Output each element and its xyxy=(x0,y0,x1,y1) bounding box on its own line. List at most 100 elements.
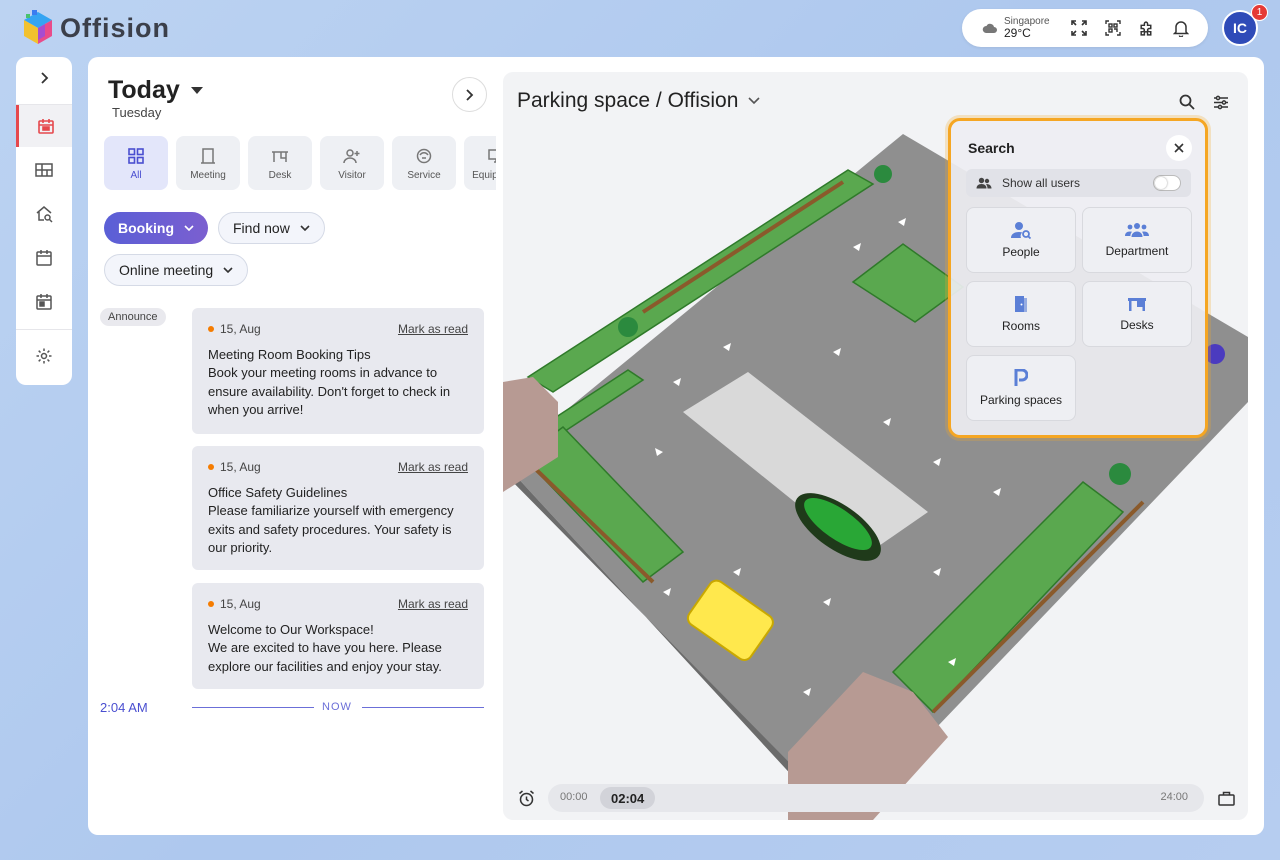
notifications-button[interactable] xyxy=(1164,13,1198,43)
date-selector[interactable]: Today xyxy=(108,76,204,105)
gear-icon xyxy=(36,348,52,364)
sidebar-divider xyxy=(16,329,72,330)
sidebar-item-floorplan[interactable] xyxy=(16,149,72,191)
mark-as-read-link[interactable]: Mark as read xyxy=(398,322,468,336)
mark-as-read-link[interactable]: Mark as read xyxy=(398,460,468,474)
service-icon xyxy=(416,148,432,164)
weather-temp: 29°C xyxy=(1004,26,1031,40)
search-panel: Search Show all users People Department … xyxy=(948,118,1208,438)
map-search-button[interactable] xyxy=(1172,87,1202,117)
weekday-label: Tuesday xyxy=(112,105,162,120)
tile-label: People xyxy=(1002,245,1040,259)
show-all-users-row[interactable]: Show all users xyxy=(966,169,1191,197)
chevron-right-icon xyxy=(41,72,49,84)
search-icon xyxy=(1179,94,1195,110)
map-grid-icon xyxy=(35,163,53,177)
tab-label: Meeting xyxy=(190,170,226,181)
close-search-button[interactable] xyxy=(1166,135,1192,161)
calendar-icon xyxy=(36,250,52,266)
calendar-event-icon xyxy=(36,294,52,310)
slider-current-time[interactable]: 02:04 xyxy=(600,787,656,809)
tab-label: Visitor xyxy=(338,170,366,181)
department-icon xyxy=(1125,223,1149,237)
online-meeting-label: Online meeting xyxy=(119,262,214,278)
sidebar-item-bookings[interactable] xyxy=(16,237,72,279)
slider-start-time: 00:00 xyxy=(560,791,588,803)
chevron-down-icon xyxy=(223,267,233,273)
sidebar-item-dashboard[interactable] xyxy=(16,105,72,147)
now-timeline: 2:04 AM NOW xyxy=(100,700,484,716)
tile-label: Parking spaces xyxy=(979,393,1063,407)
door-icon xyxy=(1015,296,1027,312)
notice-card[interactable]: 15, Aug Mark as read Meeting Room Bookin… xyxy=(192,308,484,434)
briefcase-button[interactable] xyxy=(1216,788,1236,808)
find-now-dropdown[interactable]: Find now xyxy=(218,212,325,244)
alarm-button[interactable] xyxy=(516,788,536,808)
sidebar-item-settings[interactable] xyxy=(16,335,72,377)
users-icon xyxy=(976,177,992,189)
calendar-board-icon xyxy=(37,119,54,134)
cloud-icon xyxy=(982,23,997,33)
extensions-button[interactable] xyxy=(1130,13,1164,43)
grid-icon xyxy=(128,148,144,164)
app-logo[interactable]: Offision xyxy=(22,10,170,46)
map-title[interactable]: Parking space / Offision xyxy=(517,89,760,113)
tab-desk[interactable]: Desk xyxy=(248,136,312,190)
notice-date-text: 15, Aug xyxy=(220,597,261,611)
notice-card[interactable]: 15, Aug Mark as read Welcome to Our Work… xyxy=(192,583,484,689)
tree xyxy=(874,165,892,183)
tab-all[interactable]: All xyxy=(104,136,168,190)
tab-meeting[interactable]: Meeting xyxy=(176,136,240,190)
top-toolbar: Singapore 29°C xyxy=(962,9,1208,47)
booking-dropdown[interactable]: Booking xyxy=(104,212,208,244)
search-parking-button[interactable]: Parking spaces xyxy=(966,355,1076,421)
notice-card[interactable]: 15, Aug Mark as read Office Safety Guide… xyxy=(192,446,484,570)
weather-widget[interactable]: Singapore 29°C xyxy=(982,16,1050,40)
sidebar-item-find[interactable] xyxy=(16,193,72,235)
map-filter-button[interactable] xyxy=(1206,87,1236,117)
offision-cube-icon xyxy=(24,10,52,44)
online-meeting-dropdown[interactable]: Online meeting xyxy=(104,254,249,286)
search-desks-button[interactable]: Desks xyxy=(1082,281,1192,347)
mark-as-read-link[interactable]: Mark as read xyxy=(398,597,468,611)
time-slider[interactable]: 00:00 02:04 24:00 xyxy=(548,784,1204,812)
show-all-users-toggle[interactable] xyxy=(1153,175,1181,191)
page-title: Today xyxy=(108,76,180,104)
find-now-label: Find now xyxy=(233,220,290,236)
people-search-icon xyxy=(1011,222,1031,239)
timeline-line xyxy=(192,707,314,708)
tree xyxy=(618,317,638,337)
sidebar-expand-button[interactable] xyxy=(16,57,72,99)
tile-label: Department xyxy=(1105,244,1169,258)
notice-date-text: 15, Aug xyxy=(220,460,261,474)
chevron-right-icon xyxy=(466,88,474,101)
search-people-button[interactable]: People xyxy=(966,207,1076,273)
person-add-icon xyxy=(343,149,360,164)
monitor-icon xyxy=(488,149,496,163)
tab-label: Service xyxy=(407,170,441,181)
unread-dot xyxy=(208,326,214,332)
now-label: NOW xyxy=(322,701,352,713)
qr-scan-button[interactable] xyxy=(1096,13,1130,43)
notice-body: Book your meeting rooms in advance to en… xyxy=(208,365,451,417)
next-day-button[interactable] xyxy=(452,77,487,112)
unread-dot xyxy=(208,601,214,607)
search-department-button[interactable]: Department xyxy=(1082,207,1192,273)
notice-body: Please familiarize yourself with emergen… xyxy=(208,503,454,555)
caret-down-icon xyxy=(190,87,203,94)
show-all-users-label: Show all users xyxy=(1002,176,1081,190)
fullscreen-button[interactable] xyxy=(1062,13,1096,43)
tab-visitor[interactable]: Visitor xyxy=(320,136,384,190)
close-icon xyxy=(1174,143,1184,153)
sidebar-item-schedule[interactable] xyxy=(16,281,72,323)
notice-date: 15, Aug xyxy=(208,322,261,336)
tab-service[interactable]: Service xyxy=(392,136,456,190)
tab-equipment[interactable]: Equipment xyxy=(464,136,496,190)
bell-icon xyxy=(1172,20,1189,37)
desk-icon xyxy=(272,151,288,162)
briefcase-icon xyxy=(1217,791,1235,806)
search-rooms-button[interactable]: Rooms xyxy=(966,281,1076,347)
current-time: 2:04 AM xyxy=(100,700,148,715)
timeline-line xyxy=(362,707,484,708)
slider-end-time: 24:00 xyxy=(1160,791,1188,803)
